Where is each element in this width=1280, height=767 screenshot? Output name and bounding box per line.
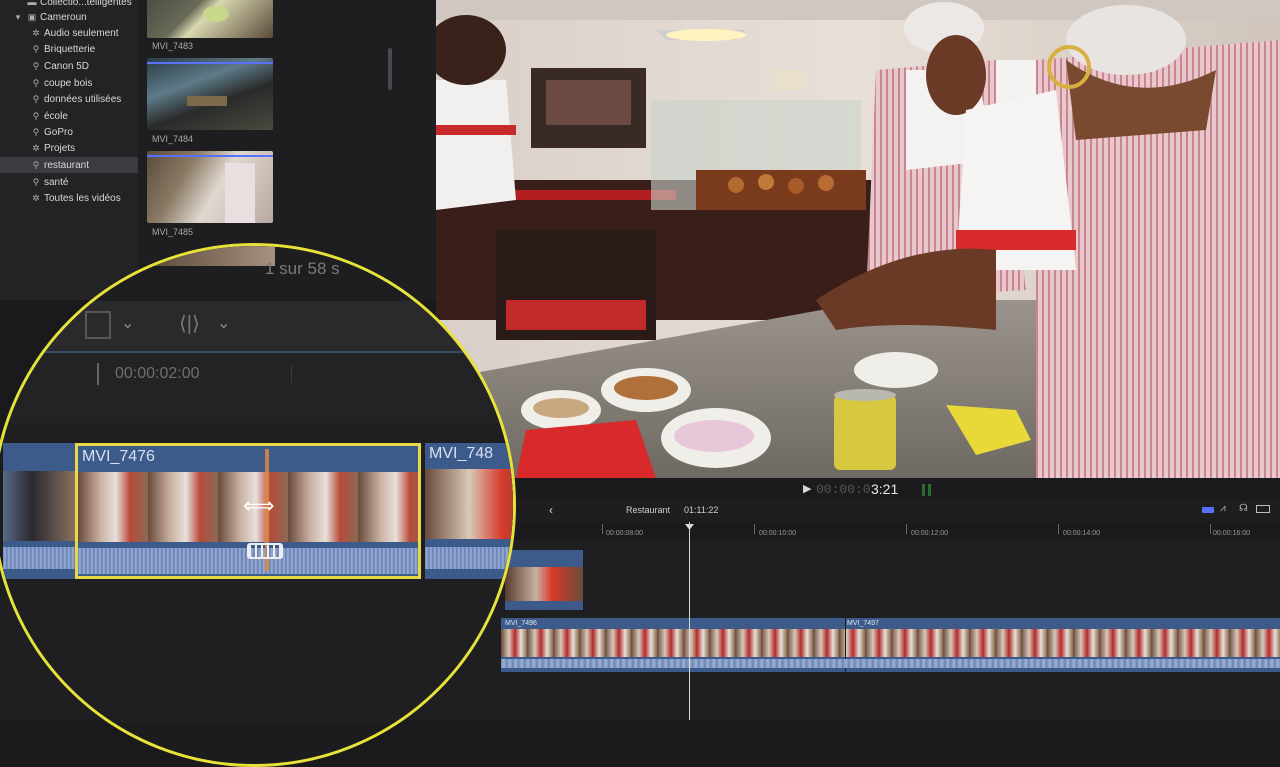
keyword-icon: ⚲ xyxy=(32,94,40,104)
lens-timecode: 00:00:02:00 xyxy=(115,365,200,382)
timeline-clip[interactable] xyxy=(3,443,75,579)
keyword-icon: ⚲ xyxy=(32,160,40,170)
gear-icon: ✲ xyxy=(32,193,40,203)
keyword-icon: ⚲ xyxy=(32,61,40,71)
thumbnail-detail xyxy=(203,6,229,22)
keyword-icon: ⚲ xyxy=(32,127,40,137)
clip-filmstrip xyxy=(425,469,513,539)
playhead-bar xyxy=(147,155,273,157)
ruler-tick xyxy=(1058,524,1059,534)
back-arrow-icon[interactable]: ‹ xyxy=(549,503,553,517)
audio-waveform xyxy=(425,547,513,569)
disclosure-icon[interactable]: ▾ xyxy=(12,9,24,25)
thumbnail-detail xyxy=(225,163,255,223)
browser-scrollbar[interactable] xyxy=(388,48,392,90)
ruler-tick xyxy=(97,363,99,385)
project-name: Restaurant xyxy=(626,505,671,515)
timeline-clip[interactable] xyxy=(505,550,583,610)
lens-ruler: 00:00:02:00 xyxy=(3,353,513,423)
ruler-label: 00:00:14:00 xyxy=(1063,530,1100,537)
ruler-tick xyxy=(291,365,292,383)
keyword-icon: ⚲ xyxy=(32,78,40,88)
library-icon: ▣ xyxy=(27,12,37,22)
audio-skim-icon[interactable]: ⩘ xyxy=(1220,503,1226,514)
viewer-controls: ▶ 00:00:0 3:21 xyxy=(436,478,1280,502)
lens-content: 1 sur 58 s ⌄ ⟨|⟩ ⌄ 00:00:02:00 MVI_7476 xyxy=(3,246,513,764)
gear-icon: ✲ xyxy=(32,28,40,38)
ruler-label: 00:00:12:00 xyxy=(911,530,948,537)
trim-cursor-icon: ⟺ xyxy=(243,493,275,518)
keyword-icon: ⚲ xyxy=(32,111,40,121)
timecode-dim: 00:00:0 xyxy=(816,482,871,497)
clip-filmstrip xyxy=(501,629,1280,657)
project-duration: 01:11:22 xyxy=(684,505,719,515)
chevron-down-icon[interactable]: ⌄ xyxy=(217,313,230,333)
snapping-icon[interactable] xyxy=(1256,505,1270,513)
sidebar-item-restaurant[interactable]: ⚲ restaurant xyxy=(0,157,138,173)
audio-waveform xyxy=(501,659,1280,668)
clip-label: MVI_7476 xyxy=(82,448,155,465)
lens-toolbar: ⌄ ⟨|⟩ ⌄ xyxy=(3,301,513,353)
clip-label: MVI_7483 xyxy=(152,41,194,51)
clip-appearance-icon[interactable] xyxy=(1202,507,1214,513)
clip-thumbnail[interactable] xyxy=(147,151,273,223)
lens-clip-count: 1 sur 58 s xyxy=(265,259,340,278)
gear-icon: ✲ xyxy=(32,143,40,153)
play-icon[interactable]: ▶ xyxy=(803,482,811,495)
clip-label: MVI_748 xyxy=(429,445,494,462)
ruler-tick xyxy=(754,524,755,534)
clip-label: MVI_7497 xyxy=(847,620,879,627)
clip-thumbnail[interactable] xyxy=(147,58,273,130)
restaurant-frame xyxy=(436,0,1280,478)
zoom-lens: 1 sur 58 s ⌄ ⟨|⟩ ⌄ 00:00:02:00 MVI_7476 xyxy=(0,243,516,767)
audio-meter-right xyxy=(928,484,931,496)
clip-thumbnail[interactable] xyxy=(147,0,273,38)
thumbnail-detail xyxy=(187,96,227,106)
sidebar-item-cameroun[interactable]: ▾ ▣ Cameroun xyxy=(0,9,150,25)
clip-filmstrip xyxy=(505,567,583,601)
keyword-icon: ⚲ xyxy=(32,44,40,54)
timeline-ruler: 00:00:08:00 00:00:10:00 00:00:12:00 00:0… xyxy=(500,522,1280,540)
timecode-bright: 3:21 xyxy=(871,481,899,497)
primary-storyline[interactable]: MVI_7496 MVI_7497 xyxy=(501,618,1280,672)
ruler-label: 00:00:16:00 xyxy=(1213,530,1250,537)
clip-label: MVI_7484 xyxy=(152,134,194,144)
clip-filmstrip xyxy=(3,471,75,541)
playhead-bar xyxy=(147,62,273,64)
clip-label: MVI_7485 xyxy=(152,227,194,237)
audio-meter-left xyxy=(922,484,925,496)
clip-appearance-icon[interactable] xyxy=(85,311,111,339)
clip-drag-icon xyxy=(247,543,283,559)
ruler-tick xyxy=(602,524,603,534)
lens-thumbnail xyxy=(149,246,275,266)
ruler-tick xyxy=(906,524,907,534)
playhead[interactable] xyxy=(689,522,690,720)
viewer-image xyxy=(436,0,1280,478)
ruler-label: 00:00:10:00 xyxy=(759,530,796,537)
timeline-clip[interactable]: MVI_748 xyxy=(425,443,513,579)
audio-waveform xyxy=(3,547,75,569)
headphones-icon[interactable]: ☊ xyxy=(1239,503,1248,514)
chevron-down-icon[interactable]: ⌄ xyxy=(121,313,134,333)
ruler-tick xyxy=(1210,524,1211,534)
ruler-label: 00:00:08:00 xyxy=(606,530,643,537)
keyword-icon: ⚲ xyxy=(32,177,40,187)
trim-tool-icon[interactable]: ⟨|⟩ xyxy=(179,311,200,336)
